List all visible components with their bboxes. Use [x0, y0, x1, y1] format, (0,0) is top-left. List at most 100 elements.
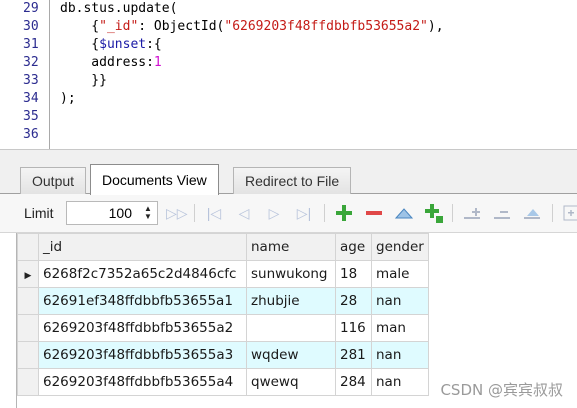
code-line[interactable]: {$unset:{: [60, 36, 577, 54]
code-token: : ObjectId(: [138, 19, 225, 34]
table-header-row: _id name age gender: [17, 233, 429, 261]
grid-options-icon[interactable]: [562, 203, 577, 223]
toolbar-divider: [552, 204, 553, 222]
cell-id[interactable]: 62691ef348ffdbbfb53655a1: [38, 287, 247, 315]
toolbar-divider: [324, 204, 325, 222]
cell-name[interactable]: sunwukong: [246, 260, 336, 288]
watermark: CSDN @宾宾叔叔: [440, 379, 563, 400]
column-header-age[interactable]: age: [335, 233, 372, 261]
code-line[interactable]: [60, 108, 577, 126]
code-line[interactable]: db.stus.update(: [60, 0, 577, 18]
cell-name[interactable]: qwewq: [246, 368, 336, 396]
row-header[interactable]: [17, 287, 39, 315]
limit-value: 100: [108, 205, 132, 221]
cell-gender[interactable]: nan: [371, 341, 429, 369]
toolbar-divider: [452, 204, 453, 222]
cell-gender[interactable]: man: [371, 314, 429, 342]
toolbar-divider: [194, 204, 195, 222]
line-number: 34: [23, 91, 39, 106]
cell-id[interactable]: 6268f2c7352a65c2d4846cfc: [38, 260, 247, 288]
code-line[interactable]: );: [60, 90, 577, 108]
remove-field-icon[interactable]: [492, 203, 512, 223]
cell-age[interactable]: 18: [335, 260, 372, 288]
code-token: $unset: [99, 37, 147, 52]
fast-forward-icon[interactable]: ▷▷: [166, 203, 188, 223]
result-tabs: Output Documents View Redirect to File: [0, 164, 577, 195]
cell-name[interactable]: zhubjie: [246, 287, 336, 315]
line-number: 29: [23, 1, 39, 16]
cell-gender[interactable]: male: [371, 260, 429, 288]
cell-name[interactable]: [246, 314, 336, 342]
cell-id[interactable]: 6269203f48ffdbbfb53655a3: [38, 341, 247, 369]
table-row[interactable]: 62691ef348ffdbbfb53655a1 zhubjie 28 nan: [17, 287, 429, 315]
tab-documents-view[interactable]: Documents View: [90, 164, 219, 195]
code-token: {: [60, 19, 100, 34]
apply-changes-icon[interactable]: [394, 203, 414, 223]
documents-table: _id name age gender ▶ 6268f2c7352a65c2d48…: [17, 233, 429, 396]
code-token: }}: [60, 73, 107, 88]
edit-field-icon[interactable]: [522, 203, 542, 223]
line-number: 35: [23, 109, 39, 124]
column-header-gender[interactable]: gender: [371, 233, 429, 261]
line-number: 36: [23, 127, 39, 142]
cell-gender[interactable]: nan: [371, 287, 429, 315]
table-row[interactable]: 6269203f48ffdbbfb53655a3 wqdew 281 nan: [17, 341, 429, 369]
code-token: "6269203f48ffdbbfb53655a2": [224, 19, 428, 34]
table-row[interactable]: 6269203f48ffdbbfb53655a4 qwewq 284 nan: [17, 368, 429, 396]
cell-name[interactable]: wqdew: [246, 341, 336, 369]
panel-splitter[interactable]: [0, 149, 577, 164]
cell-id[interactable]: 6269203f48ffdbbfb53655a2: [38, 314, 247, 342]
code-line[interactable]: [60, 126, 577, 144]
current-row-icon: ▶: [24, 271, 32, 281]
code-line[interactable]: }}: [60, 72, 577, 90]
row-header[interactable]: [17, 314, 39, 342]
spin-down-icon[interactable]: ▼: [144, 212, 152, 221]
tab-redirect-to-file[interactable]: Redirect to File: [233, 167, 352, 194]
code-line[interactable]: address:1: [60, 54, 577, 72]
first-page-icon[interactable]: |◁: [204, 203, 224, 223]
code-token: address:: [60, 55, 154, 70]
duplicate-document-icon[interactable]: [423, 202, 445, 224]
cell-age[interactable]: 116: [335, 314, 372, 342]
cell-age[interactable]: 28: [335, 287, 372, 315]
documents-toolbar: Limit 100 ▲ ▼ ▷▷ |◁ ◁ ▷ ▷|: [0, 194, 577, 233]
add-document-icon[interactable]: [334, 203, 354, 223]
code-token: db.stus.update(: [60, 1, 178, 16]
next-page-icon[interactable]: ▷: [264, 203, 284, 223]
add-field-icon[interactable]: [462, 203, 482, 223]
code-token: {: [60, 37, 100, 52]
line-number: 30: [23, 19, 39, 34]
limit-label: Limit: [24, 205, 54, 221]
cell-age[interactable]: 284: [335, 368, 372, 396]
tab-output[interactable]: Output: [20, 167, 87, 194]
cell-age[interactable]: 281: [335, 341, 372, 369]
cell-id[interactable]: 6269203f48ffdbbfb53655a4: [38, 368, 247, 396]
table-row[interactable]: ▶ 6268f2c7352a65c2d4846cfc sunwukong 18 male: [17, 260, 429, 288]
code-token: ),: [427, 19, 444, 34]
line-number: 33: [23, 73, 39, 88]
previous-page-icon[interactable]: ◁: [234, 203, 254, 223]
column-header-name[interactable]: name: [246, 233, 336, 261]
code-editor[interactable]: 29 30 31 32 33 34 35 36 db.stus.update( {"_id":…: [0, 0, 577, 149]
cell-gender[interactable]: nan: [371, 368, 429, 396]
documents-grid[interactable]: _id name age gender ▶ 6268f2c7352a65c2d48…: [16, 233, 577, 408]
line-number-gutter: 29 30 31 32 33 34 35 36: [0, 0, 50, 149]
code-token: "_id": [99, 19, 139, 34]
table-row[interactable]: 6269203f48ffdbbfb53655a2 116 man: [17, 314, 429, 342]
line-number: 31: [23, 37, 39, 52]
limit-input[interactable]: 100 ▲ ▼: [66, 201, 158, 225]
code-token: :{: [146, 37, 162, 52]
limit-spinner[interactable]: ▲ ▼: [143, 205, 153, 221]
column-header-id[interactable]: _id: [38, 233, 247, 261]
code-line[interactable]: {"_id": ObjectId("6269203f48ffdbbfb53655…: [60, 18, 577, 36]
delete-document-icon[interactable]: [364, 203, 384, 223]
code-token: );: [60, 91, 76, 106]
code-token: 1: [153, 55, 162, 70]
last-page-icon[interactable]: ▷|: [294, 203, 314, 223]
row-header[interactable]: [17, 368, 39, 396]
row-header[interactable]: [17, 341, 39, 369]
row-header-corner: [17, 233, 39, 261]
code-area[interactable]: db.stus.update( {"_id": ObjectId("626920…: [60, 0, 577, 144]
line-number: 32: [23, 55, 39, 70]
row-header[interactable]: ▶: [17, 260, 39, 288]
